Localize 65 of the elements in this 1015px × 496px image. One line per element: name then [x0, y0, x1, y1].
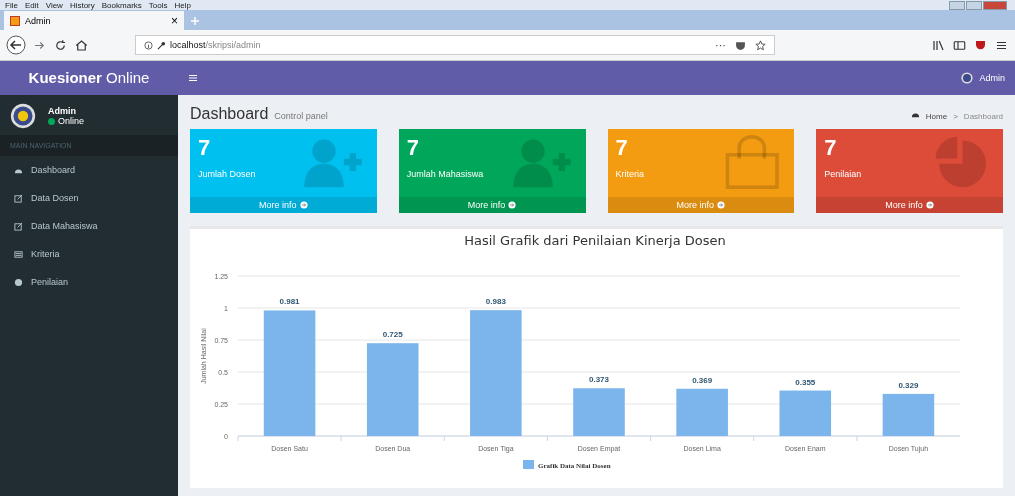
- data-label: 0.329: [898, 380, 919, 390]
- reload-icon[interactable]: [53, 37, 68, 53]
- star-icon[interactable]: [755, 39, 766, 51]
- data-label: 0.981: [279, 297, 300, 307]
- data-label: 0.983: [485, 297, 506, 307]
- browser-tab[interactable]: Admin ×: [4, 11, 184, 30]
- tab-title: Admin: [25, 15, 51, 26]
- sidebar-item[interactable]: Data Mahasiswa: [0, 212, 178, 240]
- data-label: 0.725: [382, 330, 403, 340]
- user-status: Online: [48, 116, 84, 126]
- info-icon: [144, 40, 153, 50]
- data-label: 0.355: [795, 377, 816, 387]
- menu-item[interactable]: Edit: [24, 0, 39, 10]
- sidebar-item[interactable]: Data Dosen: [0, 184, 178, 212]
- data-label: 0.373: [589, 375, 609, 385]
- brand-logo[interactable]: Kuesioner Online: [0, 61, 178, 95]
- url-path: /skripsi/admin: [205, 40, 261, 50]
- sidebar-item[interactable]: Kriteria: [0, 240, 178, 268]
- stat-value: 7: [406, 135, 420, 161]
- address-bar[interactable]: localhost/skripsi/admin ···: [135, 35, 775, 55]
- menu-item[interactable]: Help: [174, 0, 191, 10]
- avatar-emblem-icon: [10, 103, 36, 129]
- stat-label: Penilaian: [824, 169, 862, 179]
- window-controls-icon[interactable]: [949, 0, 1007, 10]
- menu-item[interactable]: Bookmarks: [101, 0, 142, 10]
- arrow-circle-icon: [299, 201, 308, 209]
- sidebar-item[interactable]: Penilaian: [0, 268, 178, 296]
- stat-label: Jumlah Mahasiswa: [406, 169, 484, 179]
- shield-icon[interactable]: [735, 39, 746, 51]
- arrow-circle-icon: [925, 201, 934, 209]
- url-host: localhost: [170, 40, 206, 50]
- key-icon: [157, 40, 166, 50]
- more-info-link[interactable]: More info: [398, 197, 586, 213]
- user-name: Admin: [48, 106, 77, 116]
- menu-item[interactable]: History: [69, 0, 95, 10]
- user-menu[interactable]: Admin: [961, 72, 1005, 84]
- list-icon: [14, 249, 23, 259]
- stat-label: Kriteria: [615, 169, 644, 179]
- stat-value: 7: [198, 135, 212, 161]
- avatar-emblem-icon: [961, 72, 974, 84]
- arrow-circle-icon: [717, 201, 726, 209]
- edit-icon: [14, 193, 23, 203]
- stat-value: 7: [824, 135, 838, 161]
- sidebar-item[interactable]: Dashboard: [0, 156, 178, 184]
- menu-item[interactable]: Tools: [148, 0, 168, 10]
- more-info-link[interactable]: More info: [816, 197, 1003, 213]
- arrow-circle-icon: [508, 201, 517, 209]
- edit-icon: [14, 221, 23, 231]
- favicon-icon: [10, 15, 20, 26]
- tab-close[interactable]: ×: [171, 13, 178, 28]
- chart-title: Hasil Grafik dari Penilaian Kinerja Dosen: [464, 233, 726, 248]
- stat-value: 7: [615, 135, 629, 161]
- stat-label: Jumlah Dosen: [198, 169, 256, 179]
- breadcrumb-separator: >: [953, 112, 958, 121]
- breadcrumb-item: Dashboard: [963, 112, 1003, 121]
- back-icon[interactable]: [6, 35, 26, 55]
- breadcrumb-item[interactable]: Home: [925, 112, 948, 121]
- menu-item[interactable]: View: [45, 0, 63, 10]
- menu-item[interactable]: File: [5, 0, 18, 10]
- data-label: 0.369: [692, 375, 713, 385]
- menu-icon[interactable]: [188, 73, 198, 83]
- page-subtitle: Control panel: [274, 111, 328, 121]
- home-icon[interactable]: [74, 37, 89, 53]
- page-title: Dashboard: [190, 105, 269, 123]
- page-actions-button[interactable]: ···: [715, 39, 726, 51]
